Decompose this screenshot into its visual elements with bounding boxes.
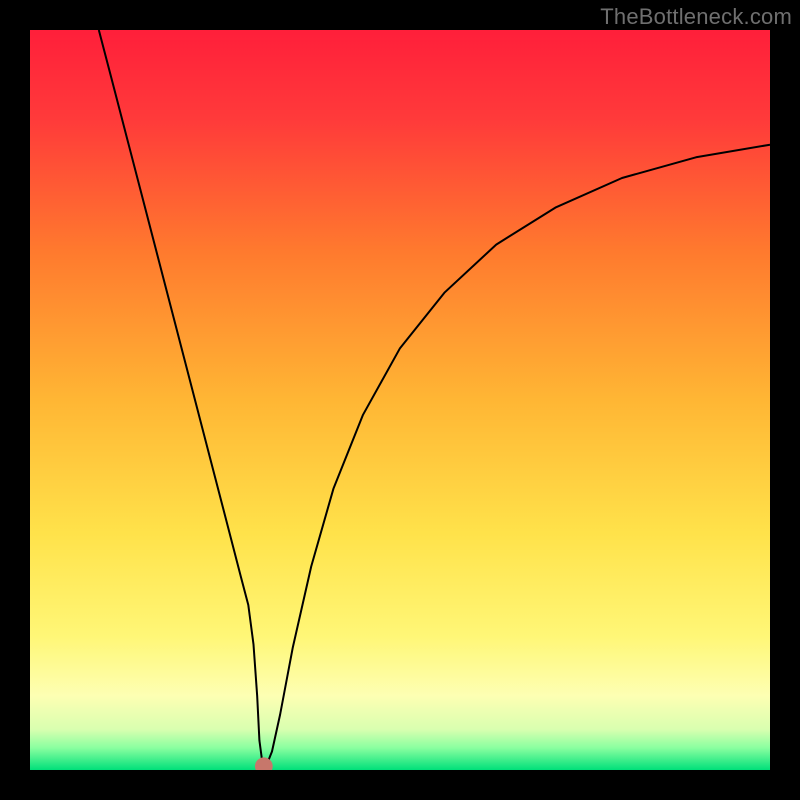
bottleneck-chart <box>30 30 770 770</box>
gradient-background <box>30 30 770 770</box>
chart-frame <box>30 30 770 770</box>
watermark-text: TheBottleneck.com <box>600 4 792 30</box>
